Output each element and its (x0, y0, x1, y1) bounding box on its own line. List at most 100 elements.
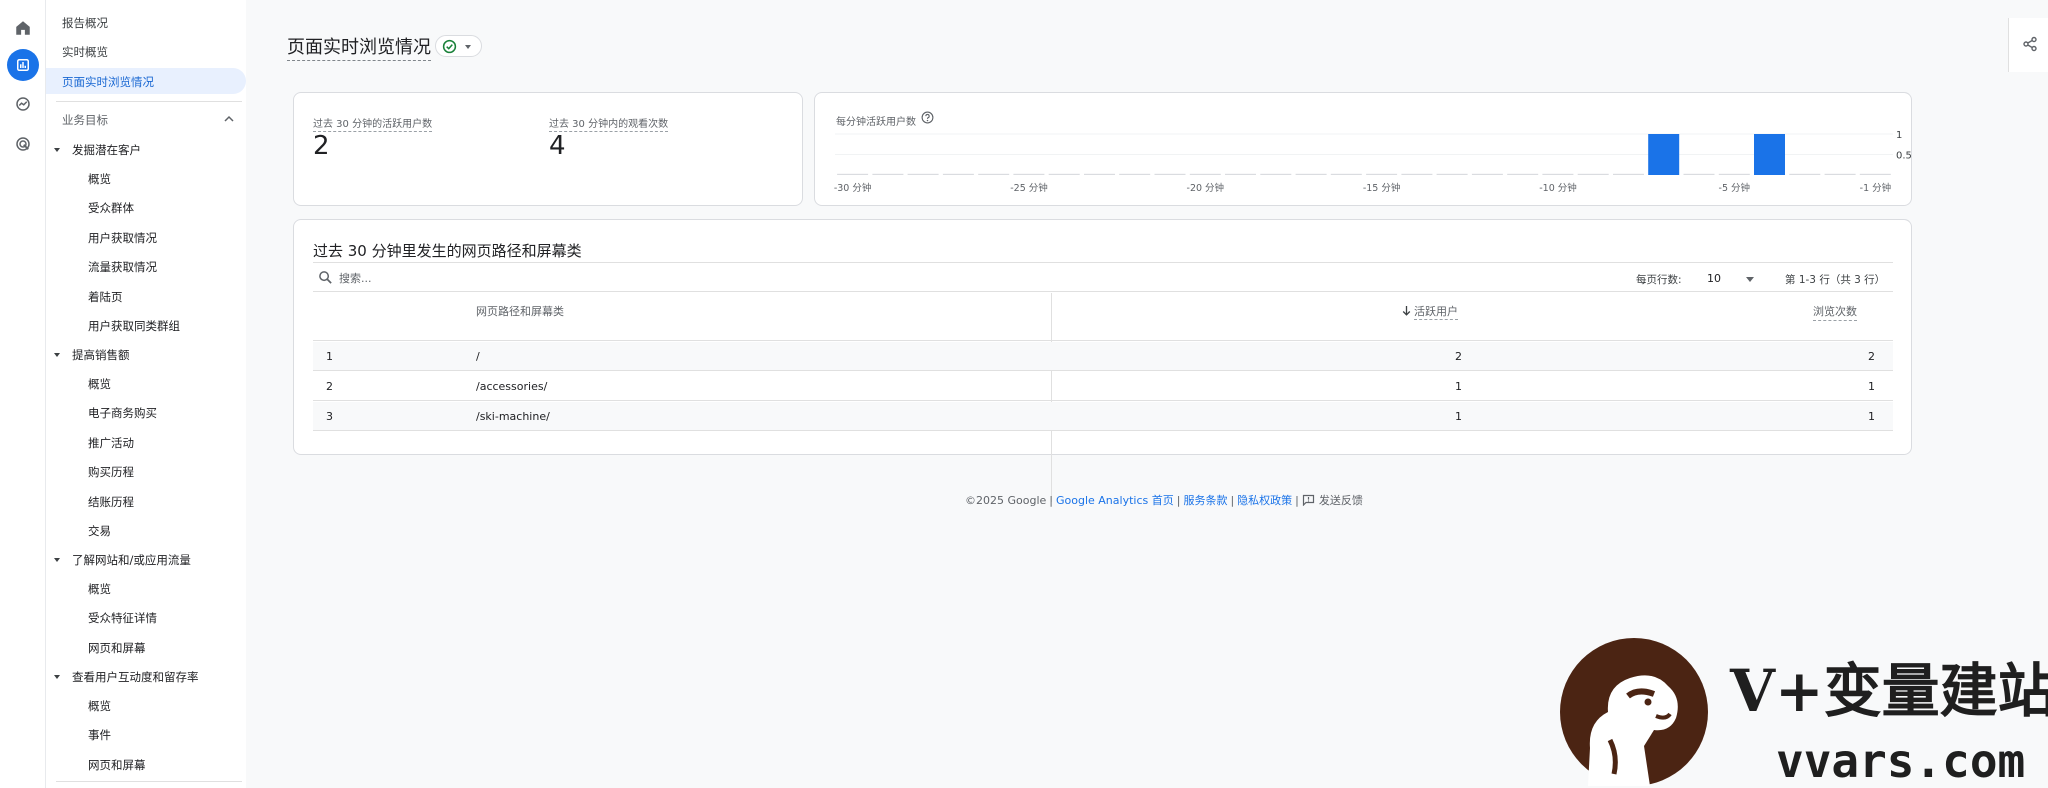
rows-per-page-select[interactable]: 10 (1698, 267, 1760, 289)
chart-bar[interactable] (1048, 173, 1080, 175)
share-icon[interactable] (2022, 36, 2038, 52)
feedback-label: 发送反馈 (1318, 494, 1363, 507)
chart-bar[interactable] (1295, 173, 1327, 175)
sidebar-section-business-objectives[interactable]: 业务目标 (62, 112, 240, 128)
chart-bar[interactable] (1824, 173, 1856, 175)
page-title: 页面实时浏览情况 (287, 33, 431, 61)
chart-bar[interactable] (1401, 173, 1433, 175)
chart-bar[interactable] (1154, 173, 1186, 175)
x-tick-label: -25 分钟 (1010, 182, 1048, 194)
sidebar-item[interactable]: 概览 (88, 581, 111, 597)
sidebar-item[interactable]: 购买历程 (88, 464, 134, 480)
sidebar-item[interactable]: 电子商务购买 (88, 405, 157, 421)
chart-bar[interactable] (1648, 134, 1680, 175)
x-tick-label: -20 分钟 (1187, 182, 1225, 194)
search-input[interactable] (339, 269, 639, 287)
caret-down-icon (54, 674, 60, 679)
footer-copyright: ©2025 Google (965, 494, 1047, 507)
row-index: 3 (326, 410, 333, 423)
sidebar-group-label: 发掘潜在客户 (72, 143, 141, 157)
row-views: 1 (1868, 380, 1875, 393)
chart-bar[interactable] (1013, 173, 1045, 175)
feedback-icon (1302, 494, 1314, 506)
data-quality-chip[interactable] (435, 35, 482, 57)
footer: ©2025 Google | Google Analytics 首页 | 服务条款 | 隐私… (965, 494, 1363, 507)
sidebar-item[interactable]: 结账历程 (88, 494, 134, 510)
chart-bar[interactable] (1119, 173, 1151, 175)
chart-bar[interactable] (1471, 173, 1503, 175)
chart-bar[interactable] (837, 173, 869, 175)
row-path: / (476, 350, 480, 363)
sidebar-item[interactable]: 交易 (88, 523, 111, 539)
chart-bar[interactable] (872, 173, 904, 175)
sidebar-item[interactable]: 事件 (88, 727, 111, 743)
feedback-button[interactable]: 发送反馈 (1302, 494, 1363, 507)
sidebar-item[interactable]: 受众群体 (88, 200, 134, 216)
column-header-path[interactable]: 网页路径和屏幕类 (476, 303, 564, 319)
chart-bar[interactable] (1507, 173, 1539, 175)
footer-link-privacy[interactable]: 隐私权政策 (1237, 494, 1292, 507)
chart-bar[interactable] (978, 173, 1010, 175)
sidebar-item-realtime-pages-label: 页面实时浏览情况 (62, 75, 154, 89)
table-row[interactable]: 3 /ski-machine/ 1 1 (313, 402, 1893, 431)
views-label[interactable]: 过去 30 分钟内的观看次数 (549, 115, 669, 132)
chart-bar[interactable] (1189, 173, 1221, 175)
sidebar-item[interactable]: 概览 (88, 171, 111, 187)
chart-bar[interactable] (1683, 173, 1715, 175)
sidebar-item[interactable]: 网页和屏幕 (88, 757, 146, 773)
row-active-users: 1 (1455, 380, 1462, 393)
chart-bar[interactable] (1260, 173, 1292, 175)
sidebar-item-reports-snapshot[interactable]: 报告概况 (62, 15, 108, 31)
row-index: 2 (326, 380, 333, 393)
active-users-label[interactable]: 过去 30 分钟的活跃用户数 (313, 115, 433, 132)
table-row[interactable]: 2 /accessories/ 1 1 (313, 372, 1893, 401)
check-circle-icon (442, 39, 457, 54)
sidebar-group-drive-sales[interactable]: 提高销售额 (54, 347, 130, 363)
y-tick-label: 1 (1896, 130, 1902, 141)
home-button[interactable] (7, 12, 39, 44)
chart-bar[interactable] (1436, 173, 1468, 175)
sidebar-item[interactable]: 用户获取同类群组 (88, 318, 180, 334)
chart-bar[interactable] (1718, 173, 1750, 175)
sidebar-item[interactable]: 着陆页 (88, 289, 123, 305)
watermark-domain: vvars.com (1776, 734, 2026, 788)
chart-bar[interactable] (1754, 134, 1785, 175)
watermark: V+变量建站 vvars.com (1558, 636, 2048, 788)
sidebar-item[interactable]: 网页和屏幕 (88, 640, 146, 656)
column-header-views[interactable]: 浏览次数 (1813, 303, 1857, 321)
row-path: /accessories/ (476, 380, 548, 393)
target-icon (16, 137, 30, 151)
table-header: 网页路径和屏幕类 活跃用户 浏览次数 (313, 293, 1893, 341)
sidebar-item[interactable]: 受众特征详情 (88, 610, 157, 626)
search-icon (319, 271, 332, 284)
chart-bar[interactable] (1225, 173, 1256, 175)
chart-bar[interactable] (1366, 173, 1398, 175)
chart-bar[interactable] (1859, 173, 1891, 175)
chart-bar[interactable] (1084, 173, 1115, 175)
sidebar-group-generate-leads[interactable]: 发掘潜在客户 (54, 142, 141, 158)
reports-button[interactable] (7, 49, 39, 81)
advertising-button[interactable] (7, 128, 39, 160)
footer-link-terms[interactable]: 服务条款 (1183, 494, 1227, 507)
sidebar-item-realtime-overview[interactable]: 实时概览 (62, 44, 108, 60)
footer-link-home[interactable]: Google Analytics 首页 (1056, 494, 1174, 507)
sidebar-group-engagement-retention[interactable]: 查看用户互动度和留存率 (54, 669, 199, 685)
chart-bar[interactable] (1330, 173, 1362, 175)
sidebar-item[interactable]: 推广活动 (88, 435, 134, 451)
sidebar-group-web-app-traffic[interactable]: 了解网站和/或应用流量 (54, 552, 191, 568)
sidebar-item[interactable]: 概览 (88, 376, 111, 392)
sidebar-item[interactable]: 流量获取情况 (88, 259, 157, 275)
chart-bar[interactable] (1542, 173, 1574, 175)
chart-bar[interactable] (942, 173, 974, 175)
chart-bar[interactable] (1789, 173, 1821, 175)
explore-button[interactable] (7, 88, 39, 120)
home-icon (16, 21, 30, 35)
sidebar-item[interactable]: 概览 (88, 698, 111, 714)
rows-per-page-value: 10 (1707, 272, 1721, 285)
chart-bar[interactable] (907, 173, 939, 175)
column-header-active-users[interactable]: 活跃用户 (1402, 303, 1458, 320)
sidebar-item[interactable]: 用户获取情况 (88, 230, 157, 246)
chart-bar[interactable] (1577, 173, 1609, 175)
chart-bar[interactable] (1613, 173, 1644, 175)
table-row[interactable]: 1 / 2 2 (313, 342, 1893, 371)
